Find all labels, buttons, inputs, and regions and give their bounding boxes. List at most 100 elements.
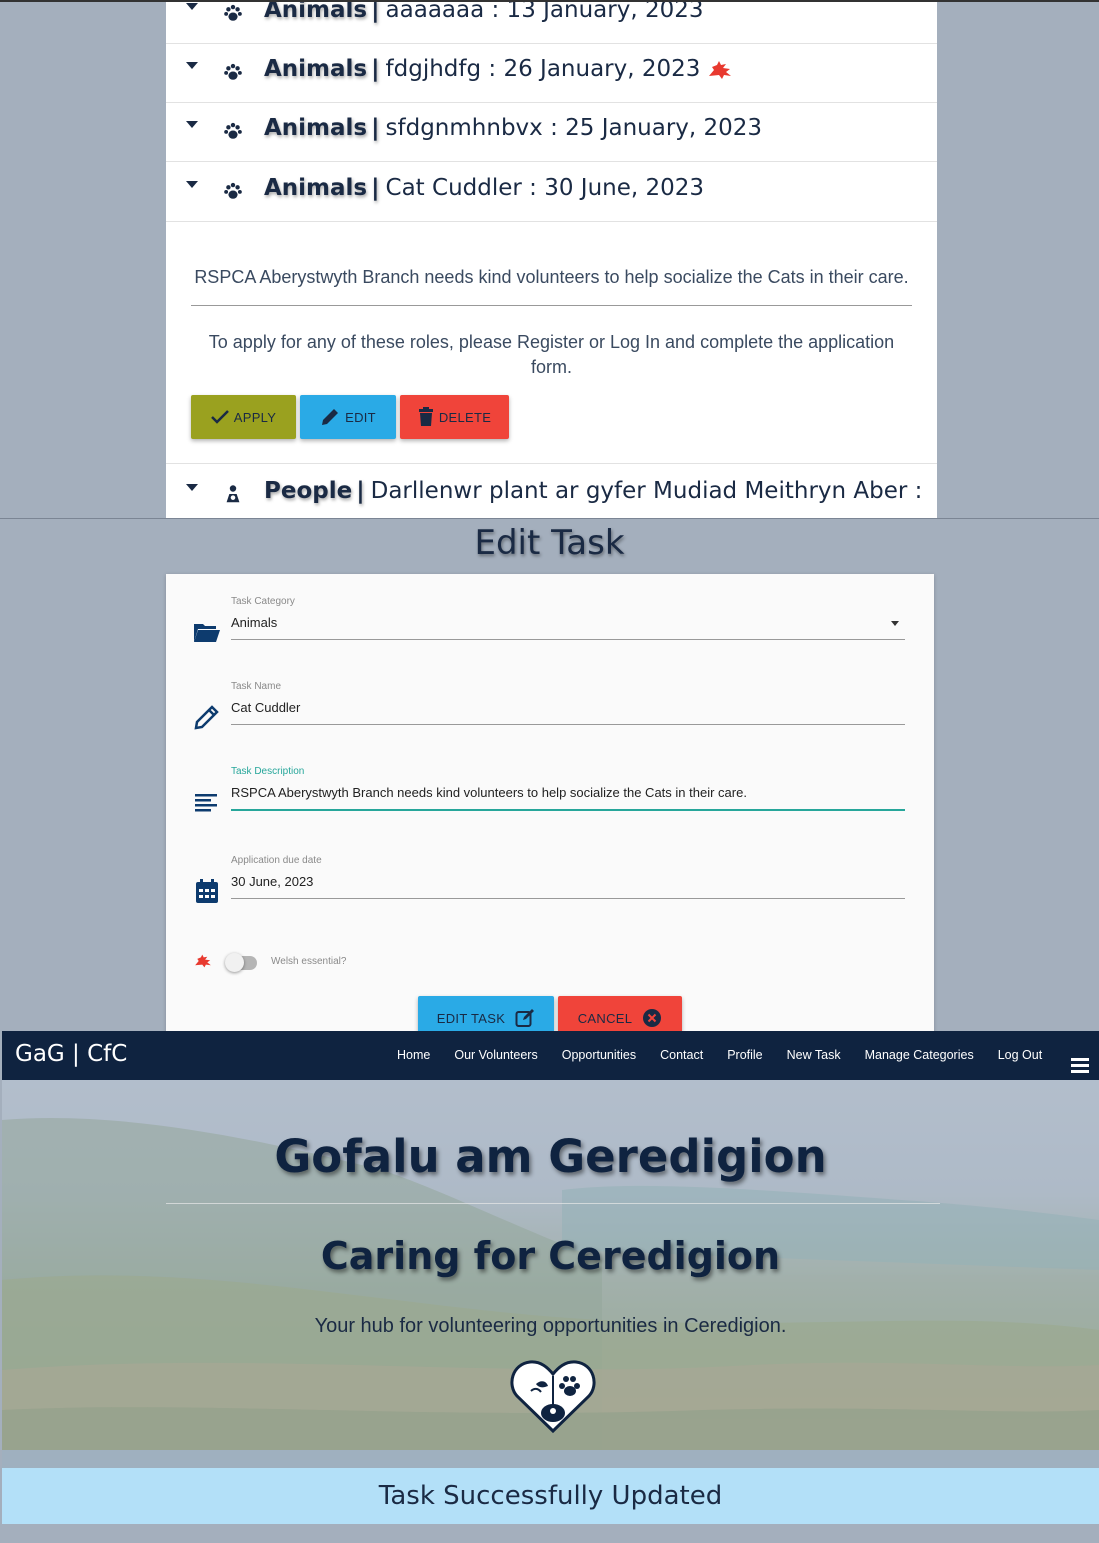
nav-log-out[interactable]: Log Out: [998, 1048, 1042, 1062]
edit-square-icon: [515, 1009, 535, 1027]
edit-button-label: EDIT: [345, 409, 376, 425]
task-row-expanded[interactable]: Animals | Cat Cuddler : 30 June, 2023: [166, 162, 937, 222]
top-navbar: GaG | CfC Home Our Volunteers Opportunit…: [2, 1031, 1099, 1080]
task-row-separator: |: [371, 115, 380, 141]
task-row[interactable]: Animals | sfdgnmhnbvx : 25 January, 2023: [166, 102, 937, 162]
toggle-knob: [225, 953, 244, 972]
close-circle-icon: [643, 1009, 662, 1027]
task-list-card: Animals | aaaaaaa : 13 January, 2023 Anima…: [166, 0, 937, 518]
expand-caret-icon[interactable]: [186, 3, 198, 10]
task-row-title: Animals | Cat Cuddler : 30 June, 2023: [264, 175, 704, 201]
task-category-text: Animals: [231, 615, 278, 630]
nav-new-task[interactable]: New Task: [787, 1048, 841, 1062]
task-row-name-date: Darllenwr plant ar gyfer Mudiad Meithryn…: [370, 478, 923, 504]
page-background-strip: [2, 1450, 1099, 1468]
task-description-input[interactable]: RSPCA Aberystwyth Branch needs kind volu…: [231, 785, 905, 811]
task-row-category: Animals: [264, 175, 368, 201]
pencil-icon: [194, 705, 219, 730]
pencil-icon: [322, 409, 339, 425]
task-category-label: Task Category: [231, 596, 295, 607]
task-row-separator: |: [371, 175, 380, 201]
task-name-input[interactable]: Cat Cuddler: [231, 700, 905, 725]
nav-home[interactable]: Home: [397, 1048, 430, 1062]
task-row-name-date: Cat Cuddler : 30 June, 2023: [385, 175, 705, 201]
success-toast: Task Successfully Updated: [2, 1468, 1099, 1524]
heading-welsh: Gofalu am Geredigion: [274, 1130, 827, 1183]
edit-task-screenshot: Edit Task Task Category Animals Task Nam…: [0, 519, 1099, 1031]
task-name-label: Task Name: [231, 681, 282, 692]
page-title: Edit Task: [474, 523, 625, 563]
edit-task-button-label: EDIT TASK: [436, 1010, 506, 1026]
welsh-essential-toggle[interactable]: [225, 953, 257, 972]
task-row[interactable]: People | Darllenwr plant ar gyfer Mudiad M…: [166, 465, 937, 518]
nav-links: Home Our Volunteers Opportunities Contac…: [397, 1048, 1066, 1062]
welsh-essential-toggle-row: Welsh essential?: [166, 948, 934, 978]
delete-button[interactable]: DELETE: [400, 395, 509, 439]
apply-instructions: To apply for any of these roles, please …: [208, 332, 895, 377]
welsh-dragon-icon: [709, 60, 732, 79]
task-description: RSPCA Aberystwyth Branch needs kind volu…: [191, 267, 912, 306]
task-row-title: Animals | sfdgnmhnbvx : 25 January, 2023: [264, 115, 762, 141]
delete-button-label: DELETE: [438, 409, 492, 425]
nav-our-volunteers[interactable]: Our Volunteers: [454, 1048, 537, 1062]
cancel-button-label: CANCEL: [577, 1010, 633, 1026]
task-row-separator: |: [371, 56, 380, 82]
hamburger-menu-icon[interactable]: [1071, 1058, 1089, 1076]
task-row-separator: |: [371, 0, 380, 23]
task-list-screenshot: Animals | aaaaaaa : 13 January, 2023 Anima…: [0, 0, 1099, 519]
paw-icon: [224, 122, 242, 139]
due-date-input[interactable]: 30 June, 2023: [231, 874, 905, 899]
task-row-name-date: sfdgnmhnbvx : 25 January, 2023: [385, 115, 763, 141]
edit-task-submit-button[interactable]: EDIT TASK: [418, 996, 554, 1031]
task-row-title: Animals | aaaaaaa : 13 January, 2023: [264, 0, 704, 23]
cancel-button[interactable]: CANCEL: [558, 996, 682, 1031]
task-description-label: Task Description: [231, 766, 305, 777]
task-category-value[interactable]: Animals: [231, 615, 905, 640]
check-icon: [210, 410, 229, 424]
expand-caret-icon[interactable]: [186, 484, 198, 491]
nav-manage-categories[interactable]: Manage Categories: [865, 1048, 974, 1062]
home-page-screenshot: GaG | CfC Home Our Volunteers Opportunit…: [2, 1031, 1099, 1543]
task-row-category: Animals: [264, 115, 368, 141]
dropdown-caret-icon[interactable]: [891, 621, 899, 626]
task-detail-panel: RSPCA Aberystwyth Branch needs kind volu…: [166, 222, 937, 464]
apply-button-label: APPLY: [233, 409, 277, 425]
paw-icon: [224, 4, 242, 21]
person-icon: [226, 485, 240, 503]
task-category-select[interactable]: Task Category Animals: [166, 596, 934, 656]
welsh-essential-label: Welsh essential?: [271, 956, 347, 967]
task-row-name-date: fdgjhdfg : 26 January, 2023: [385, 56, 701, 82]
trash-icon: [418, 407, 433, 426]
nav-contact[interactable]: Contact: [660, 1048, 703, 1062]
paw-icon: [224, 63, 242, 80]
task-row-title: Animals | fdgjhdfg : 26 January, 2023: [264, 56, 734, 82]
task-row-category: People: [264, 478, 353, 504]
page-background-strip: [2, 1524, 1099, 1543]
expand-caret-icon[interactable]: [186, 181, 198, 188]
hero-subtitle: Your hub for volunteering opportunities …: [314, 1315, 787, 1337]
task-row-name-date: aaaaaaa : 13 January, 2023: [385, 0, 704, 23]
expand-caret-icon[interactable]: [186, 62, 198, 69]
hero-divider: [166, 1203, 940, 1204]
task-description-field[interactable]: Task Description RSPCA Aberystwyth Branc…: [166, 766, 934, 826]
edit-button[interactable]: EDIT: [300, 395, 396, 439]
heading-english: Caring for Ceredigion: [320, 1234, 781, 1278]
task-row[interactable]: Animals | aaaaaaa : 13 January, 2023: [166, 0, 937, 44]
edit-task-form: Task Category Animals Task Name Cat Cudd…: [166, 574, 934, 1031]
folder-open-icon: [194, 624, 220, 642]
nav-profile[interactable]: Profile: [727, 1048, 762, 1062]
task-row-separator: |: [356, 478, 365, 504]
due-date-field[interactable]: Application due date 30 June, 2023: [166, 855, 934, 915]
hero-banner: Gofalu am Geredigion Caring for Ceredigi…: [2, 1080, 1099, 1450]
nav-opportunities[interactable]: Opportunities: [562, 1048, 636, 1062]
task-row-title: People | Darllenwr plant ar gyfer Mudiad M…: [264, 478, 922, 504]
expand-caret-icon[interactable]: [186, 121, 198, 128]
task-row-category: Animals: [264, 56, 368, 82]
due-date-label: Application due date: [231, 855, 322, 866]
apply-button[interactable]: APPLY: [191, 395, 296, 439]
task-name-field[interactable]: Task Name Cat Cuddler: [166, 681, 934, 741]
task-row[interactable]: Animals | fdgjhdfg : 26 January, 2023: [166, 43, 937, 103]
welsh-dragon-icon: [195, 954, 211, 968]
text-lines-icon: [195, 794, 217, 812]
brand-logo-text[interactable]: GaG | CfC: [15, 1041, 127, 1067]
